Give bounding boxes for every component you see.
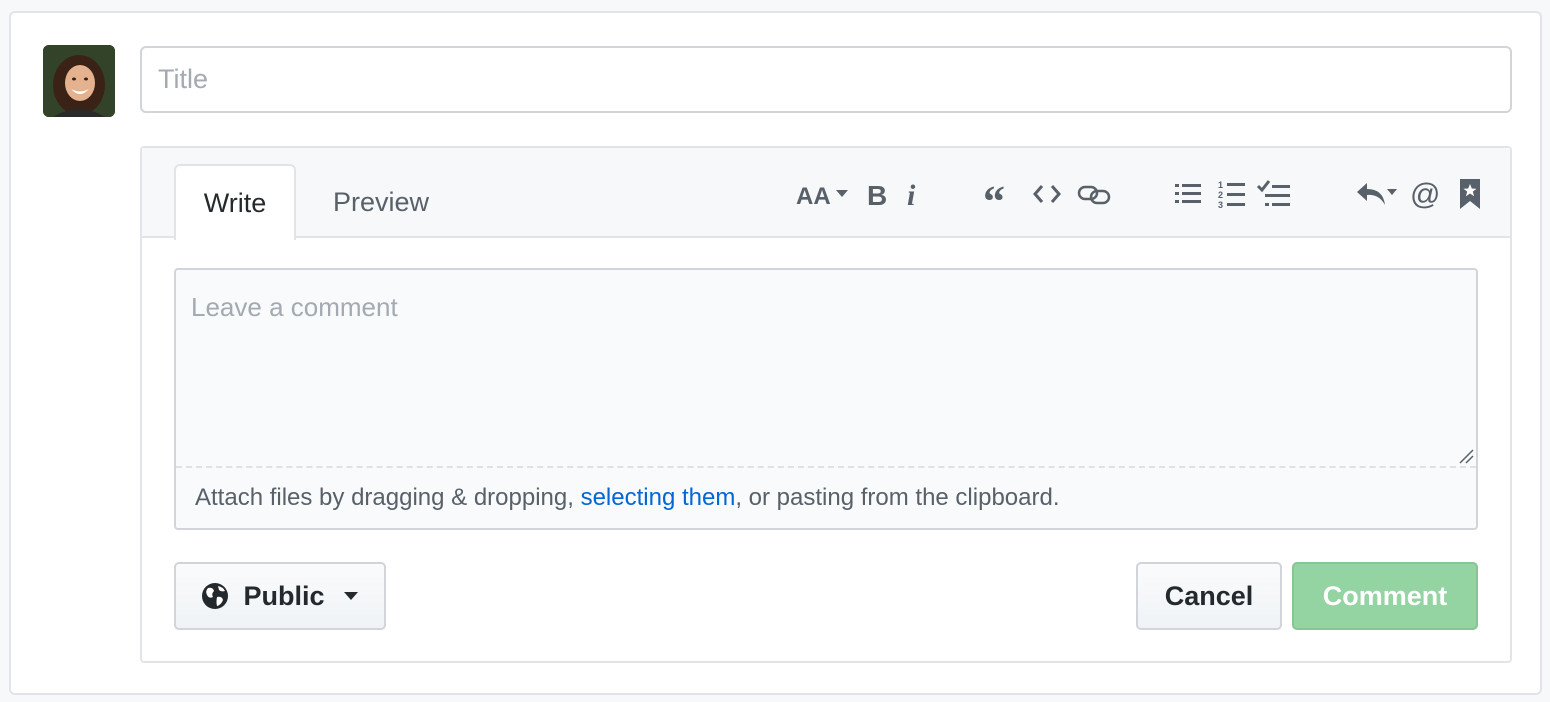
title-input[interactable]: [140, 46, 1512, 113]
comment-editor: Write Preview AA B i “ 1 2 3 @ Leave a c…: [140, 146, 1512, 663]
numbered-list-icon[interactable]: 123: [1216, 174, 1248, 214]
bulleted-list-icon[interactable]: [1172, 174, 1204, 214]
text-size-icon[interactable]: AA: [796, 174, 852, 214]
svg-text:i: i: [907, 179, 916, 210]
tab-write[interactable]: Write: [174, 164, 296, 240]
visibility-label: Public: [243, 580, 325, 611]
bookmark-icon[interactable]: [1456, 174, 1484, 214]
cancel-button[interactable]: Cancel: [1136, 562, 1282, 630]
svg-text:3: 3: [1218, 200, 1223, 209]
italic-icon[interactable]: i: [902, 174, 924, 214]
attach-hint-suffix: , or pasting from the clipboard.: [735, 484, 1060, 511]
bold-icon[interactable]: B: [862, 174, 892, 214]
avatar[interactable]: [43, 45, 115, 117]
svg-text:2: 2: [1218, 190, 1223, 200]
attach-hint-prefix: Attach files by dragging & dropping,: [195, 484, 581, 511]
mention-icon[interactable]: @: [1408, 174, 1442, 214]
avatar-image: [43, 45, 115, 117]
editor-header: Write Preview AA B i “ 1 2 3 @: [142, 148, 1510, 240]
comment-button[interactable]: Comment: [1292, 562, 1478, 630]
svg-text:@: @: [1410, 178, 1440, 210]
globe-icon: [202, 583, 229, 609]
attach-hint: Attach files by dragging & dropping, sel…: [176, 466, 1476, 528]
svg-text:B: B: [867, 180, 887, 210]
svg-text:AA: AA: [796, 183, 831, 210]
visibility-dropdown-button[interactable]: Public: [174, 562, 386, 630]
comment-box: Attach files by dragging & dropping, sel…: [174, 268, 1478, 530]
tab-preview[interactable]: Preview: [302, 164, 460, 240]
code-icon[interactable]: [1030, 174, 1064, 214]
reply-icon[interactable]: [1354, 174, 1400, 214]
chevron-down-icon: [343, 592, 358, 600]
svg-text:“: “: [983, 178, 1005, 210]
comment-textarea[interactable]: [176, 270, 1476, 466]
quote-icon[interactable]: “: [982, 174, 1016, 214]
task-list-icon[interactable]: [1256, 174, 1292, 214]
select-files-link[interactable]: selecting them: [581, 484, 736, 511]
resize-handle-icon[interactable]: [1458, 448, 1474, 464]
new-issue-form: Write Preview AA B i “: [9, 11, 1542, 695]
link-icon[interactable]: [1076, 174, 1112, 214]
svg-text:1: 1: [1218, 180, 1223, 190]
